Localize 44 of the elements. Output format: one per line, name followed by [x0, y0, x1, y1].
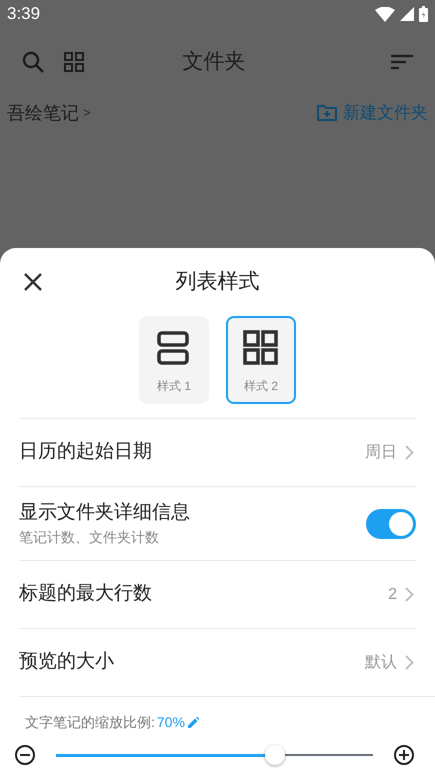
setting-label: 预览的大小: [19, 650, 115, 674]
sort-button[interactable]: [391, 52, 415, 72]
chevron-right-icon: [405, 587, 414, 602]
minus-circle-icon: [14, 744, 36, 766]
chevron-right-icon: [405, 655, 414, 670]
search-button[interactable]: [20, 49, 46, 75]
settings-row[interactable]: 显示文件夹详细信息 笔记计数、文件夹计数: [19, 486, 416, 560]
breadcrumb-item[interactable]: 吾绘笔记: [7, 100, 79, 126]
grid-icon: [64, 52, 84, 72]
style-option[interactable]: 样式 2: [226, 316, 296, 404]
slider-thumb[interactable]: [264, 745, 285, 765]
grid-icon: [242, 329, 280, 367]
setting-value: 2: [388, 584, 397, 604]
setting-description: 笔记计数、文件夹计数: [19, 528, 160, 547]
status-time: 3:39: [7, 3, 40, 26]
wifi-icon: [375, 6, 395, 22]
setting-label: 标题的最大行数: [19, 582, 153, 606]
zoom-value[interactable]: 70%: [156, 712, 185, 733]
signal-icon: [400, 7, 414, 21]
search-icon: [22, 51, 44, 73]
toggle-switch[interactable]: [366, 508, 416, 538]
setting-label: 显示文件夹详细信息: [19, 501, 191, 526]
pencil-icon: [188, 717, 199, 728]
settings-row[interactable]: 预览的大小 默认: [19, 628, 416, 696]
settings-row[interactable]: 日历的起始日期 周日: [19, 418, 416, 486]
breadcrumb-separator: >: [83, 104, 91, 122]
close-icon: [24, 273, 42, 291]
sort-icon: [391, 54, 413, 70]
plus-circle-icon: [393, 744, 415, 766]
close-button[interactable]: [22, 271, 44, 293]
sheet-title: 列表样式: [174, 269, 260, 296]
settings-row[interactable]: 标题的最大行数 2: [19, 560, 416, 628]
setting-value: 周日: [365, 442, 397, 462]
zoom-label: 文字笔记的缩放比例:: [25, 713, 155, 732]
layout-button[interactable]: [63, 51, 85, 73]
battery-icon: [419, 6, 428, 22]
chevron-right-icon: [405, 445, 414, 460]
setting-label: 日历的起始日期: [19, 440, 153, 464]
zoom-in-button[interactable]: [393, 744, 415, 766]
style-option[interactable]: 样式 1: [139, 316, 209, 404]
folder-plus-icon: [317, 105, 337, 121]
setting-value: 默认: [365, 652, 397, 672]
toolbar-title: 文件夹: [182, 49, 246, 76]
zoom-out-button[interactable]: [14, 744, 36, 766]
